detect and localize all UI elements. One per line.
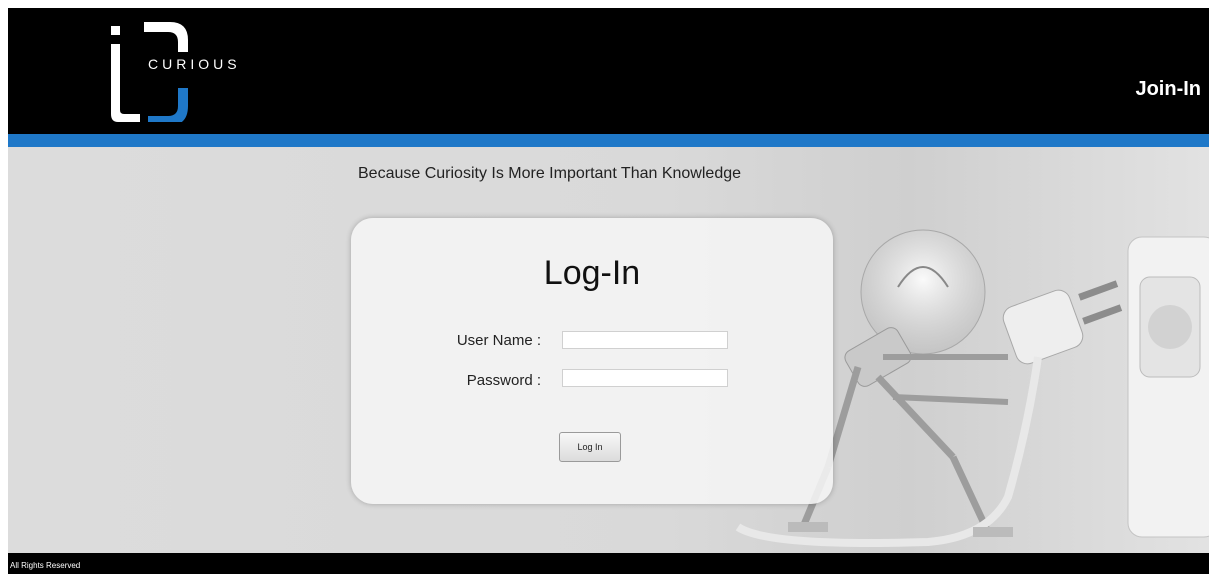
header-bar: CURIOUS Join-In [8, 8, 1209, 134]
page-frame: CURIOUS Join-In Because Curiosity Is Mor… [8, 8, 1209, 574]
footer-text: All Rights Reserved [10, 561, 81, 570]
tagline: Because Curiosity Is More Important Than… [358, 165, 742, 182]
username-label: User Name : [456, 332, 541, 349]
login-title: Log-In [543, 254, 641, 292]
join-in-link[interactable]: Join-In [1135, 78, 1201, 101]
username-field[interactable] [562, 331, 728, 349]
curious-logo-icon[interactable] [100, 22, 260, 122]
logo-text: CURIOUS [148, 56, 241, 72]
password-label: Password : [466, 372, 541, 389]
main-content: Because Curiosity Is More Important Than… [8, 147, 1209, 553]
login-panel: Log-In User Name : Password : Log In [351, 218, 833, 504]
footer-bar: All Rights Reserved [8, 553, 1209, 574]
login-button[interactable]: Log In [559, 432, 621, 462]
password-field[interactable] [562, 369, 728, 387]
accent-stripe [8, 134, 1209, 147]
